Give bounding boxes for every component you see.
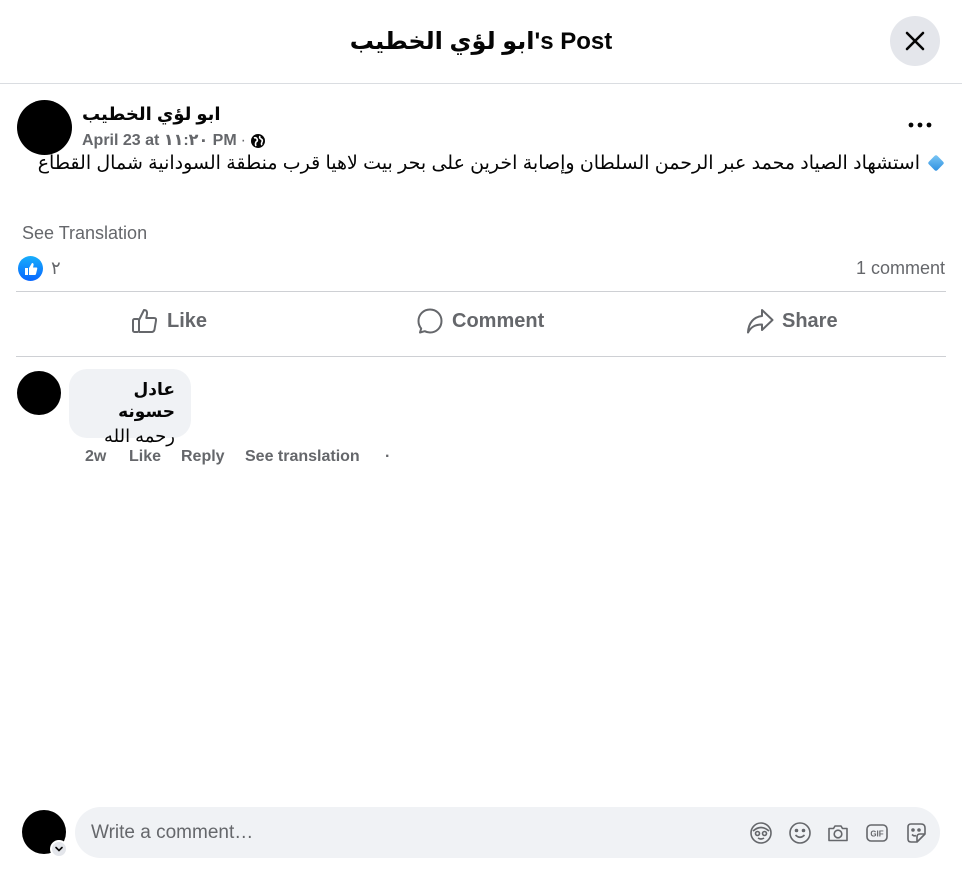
like-reaction-icon xyxy=(18,256,43,281)
more-icon xyxy=(908,122,932,128)
comment-bubble: عادل حسونه رحمه الله xyxy=(69,369,191,446)
like-button[interactable]: Like xyxy=(131,300,207,342)
chevron-down-icon xyxy=(55,846,63,852)
comment-author[interactable]: عادل حسونه xyxy=(81,379,175,423)
author-name[interactable]: ابو لؤي الخطيب xyxy=(82,102,221,126)
dialog-header: ابو لؤي الخطيب's Post xyxy=(0,0,962,84)
post-date[interactable]: April 23 at ١١:٢٠ PM xyxy=(82,131,237,151)
reactions-summary[interactable]: ٢ xyxy=(18,256,61,281)
comment-reply-button[interactable]: Reply xyxy=(181,446,225,468)
comment-dot: · xyxy=(385,448,391,465)
author-avatar[interactable] xyxy=(17,100,72,155)
emoji-icon[interactable] xyxy=(788,821,812,845)
globe-icon xyxy=(250,134,265,148)
share-label: Share xyxy=(782,309,838,332)
avatar-menu-button[interactable] xyxy=(50,840,68,858)
svg-text:GIF: GIF xyxy=(870,830,883,839)
like-label: Like xyxy=(167,309,208,332)
meta-separator: · xyxy=(240,132,246,149)
divider xyxy=(16,356,946,357)
post-text-container: استشهاد الصياد محمد عبر الرحمن السلطان و… xyxy=(18,150,946,178)
post-meta: April 23 at ١١:٢٠ PM · xyxy=(82,131,266,151)
comment-icon xyxy=(417,308,443,334)
like-icon xyxy=(132,309,158,333)
reaction-count: ٢ xyxy=(51,258,61,278)
gif-icon[interactable]: GIF xyxy=(865,821,889,845)
comment-time[interactable]: 2w xyxy=(85,446,106,468)
more-options-button[interactable] xyxy=(900,108,940,142)
close-icon xyxy=(905,31,925,51)
comment-like-button[interactable]: Like xyxy=(129,446,161,468)
comment-input[interactable] xyxy=(91,807,731,858)
close-button[interactable] xyxy=(890,16,940,66)
divider xyxy=(16,291,946,292)
share-icon xyxy=(747,309,774,334)
comment-button[interactable]: Comment xyxy=(416,300,544,342)
diamond-icon xyxy=(927,154,945,172)
comment-see-translation[interactable]: See translation xyxy=(245,446,360,468)
see-translation-link[interactable]: See Translation xyxy=(22,223,147,244)
camera-icon[interactable] xyxy=(826,821,850,845)
post-text: استشهاد الصياد محمد عبر الرحمن السلطان و… xyxy=(37,153,920,174)
commenter-avatar[interactable] xyxy=(17,371,61,415)
sticker-icon[interactable] xyxy=(904,821,928,845)
share-button[interactable]: Share xyxy=(746,300,838,342)
comment-count-link[interactable]: 1 comment xyxy=(856,258,945,279)
comment-label: Comment xyxy=(452,309,545,332)
dialog-title: ابو لؤي الخطيب's Post xyxy=(349,28,613,55)
comment-composer: GIF xyxy=(75,807,940,858)
avatar-sticker-icon[interactable] xyxy=(749,821,773,845)
